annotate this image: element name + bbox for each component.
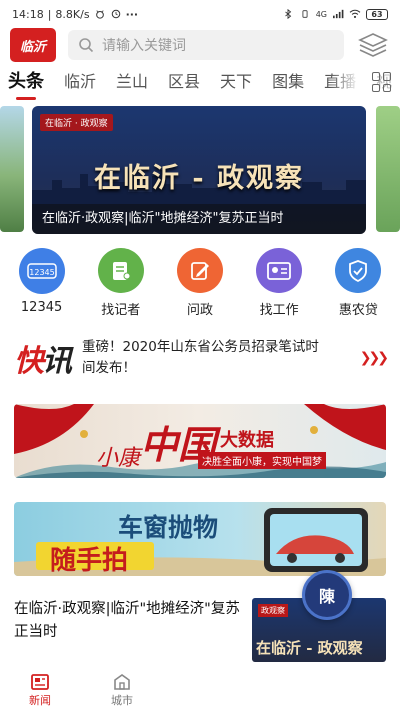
banner-caption: 在临沂·政观察|临沂"地摊经济"复苏正当时	[32, 204, 366, 234]
app-header: 临沂 请输入关键词	[0, 28, 400, 62]
news-title: 在临沂·政观察|临沂"地摊经济"复苏正当时	[14, 601, 240, 640]
quick-label: 12345	[20, 300, 63, 315]
nav-city[interactable]: 城市	[102, 672, 142, 708]
bluetooth-icon	[284, 9, 291, 19]
quick-label: 找工作	[259, 303, 299, 318]
alarm-icon	[95, 10, 104, 19]
tab-tianxia[interactable]: 天下	[220, 64, 252, 100]
search-placeholder: 请输入关键词	[102, 38, 186, 54]
quick-label: 找记者	[101, 303, 141, 318]
news-thumb-tag: 政观察	[258, 604, 288, 617]
nav-label: 城市	[111, 693, 133, 707]
nav-news[interactable]: 新闻	[20, 672, 60, 708]
app-logo[interactable]: 临沂	[10, 28, 56, 62]
svg-text:12345: 12345	[29, 268, 54, 277]
banner-tag: 在临沂 · 政观察	[40, 114, 113, 131]
news-thumb-text: 在临沂 - 政观察	[256, 639, 363, 657]
phone-12345-icon: 12345	[18, 248, 65, 294]
float-badge-text: 陳	[318, 587, 335, 606]
next-slide[interactable]	[376, 106, 400, 232]
search-bar[interactable]: 请输入关键词	[68, 30, 344, 60]
promo-subtitle: 决胜全面小康，实现中国梦	[198, 452, 326, 469]
quick-label: 问政	[186, 303, 213, 318]
search-icon	[79, 38, 94, 53]
network-speed: 8.8K/s	[55, 7, 90, 21]
network-type: 4G	[315, 9, 327, 19]
wifi-icon	[349, 9, 361, 18]
tab-tuji[interactable]: 图集	[272, 64, 304, 100]
quick-12345[interactable]: 12345 12345	[7, 248, 77, 318]
flash-news[interactable]: 快 讯 重磅！2020年山东省公务员招录笔试时间发布！ ❯❯❯	[0, 330, 400, 386]
quick-huinong-loan[interactable]: 惠农贷	[323, 248, 393, 318]
quick-label: 惠农贷	[338, 303, 378, 318]
tab-toutiao[interactable]: 头条	[8, 64, 44, 100]
banner-carousel[interactable]: 在临沂 · 政观察 在临沂 - 政观察 在临沂·政观察|临沂"地摊经济"复苏正当…	[0, 106, 400, 236]
quick-find-job[interactable]: 找工作	[244, 248, 314, 318]
double-chevron-right-icon[interactable]: ❯❯❯	[360, 350, 389, 366]
logo-text: 临沂	[19, 39, 46, 55]
channel-tabs: 头条 临沂 兰山 区县 天下 图集 直播 视	[0, 64, 400, 100]
quick-wenzheng[interactable]: 问政	[165, 248, 235, 318]
flash-news-logo: 快 讯	[14, 344, 72, 379]
clock-icon	[111, 9, 120, 19]
quick-find-reporter[interactable]: 找记者	[86, 248, 156, 318]
layers-button[interactable]	[356, 30, 390, 60]
status-bar: 14:18 | 8.8K/s ··· 4G 63	[0, 0, 400, 28]
news-icon	[30, 672, 50, 692]
shield-loan-icon	[335, 248, 382, 293]
channel-grid-icon[interactable]	[372, 72, 392, 92]
promo-banner-window-litter[interactable]: 车窗抛物 随手拍	[14, 502, 386, 576]
promo-right-text: 大数据	[220, 430, 274, 451]
tab-linyi[interactable]: 临沂	[64, 64, 96, 100]
bottom-nav: 新闻 城市	[0, 668, 400, 711]
promo2-line2: 随手拍	[50, 546, 129, 576]
quick-links: 12345 12345 找记者 问政 找工作 惠农贷	[0, 248, 400, 318]
promo2-line1: 车窗抛物	[118, 513, 219, 542]
layers-icon	[358, 33, 388, 57]
vibrate-icon	[302, 10, 308, 18]
more-dots: ···	[125, 7, 139, 21]
edit-icon	[176, 248, 223, 293]
nav-label: 新闻	[29, 693, 51, 707]
city-icon	[112, 672, 132, 692]
banner-title: 在临沂 - 政观察	[93, 163, 304, 194]
promo-left-text: 小康	[96, 446, 141, 471]
reporter-icon	[97, 248, 144, 293]
battery-icon: 63	[366, 8, 388, 20]
tab-quxian[interactable]: 区县	[168, 64, 200, 100]
banner-slide[interactable]: 在临沂 · 政观察 在临沂 - 政观察 在临沂·政观察|临沂"地摊经济"复苏正当…	[32, 106, 366, 234]
tab-lanshan[interactable]: 兰山	[116, 64, 148, 100]
job-card-icon	[256, 248, 303, 293]
floating-video-badge[interactable]: 陳	[302, 570, 352, 620]
flash-news-headline: 重磅！2020年山东省公务员招录笔试时间发布！	[82, 339, 319, 376]
prev-slide[interactable]	[0, 106, 24, 232]
promo-banner-xiaokang[interactable]: 小康 中国 大数据 决胜全面小康，实现中国梦	[14, 404, 386, 478]
signal-icon	[333, 9, 344, 19]
status-time: 14:18	[12, 7, 44, 21]
